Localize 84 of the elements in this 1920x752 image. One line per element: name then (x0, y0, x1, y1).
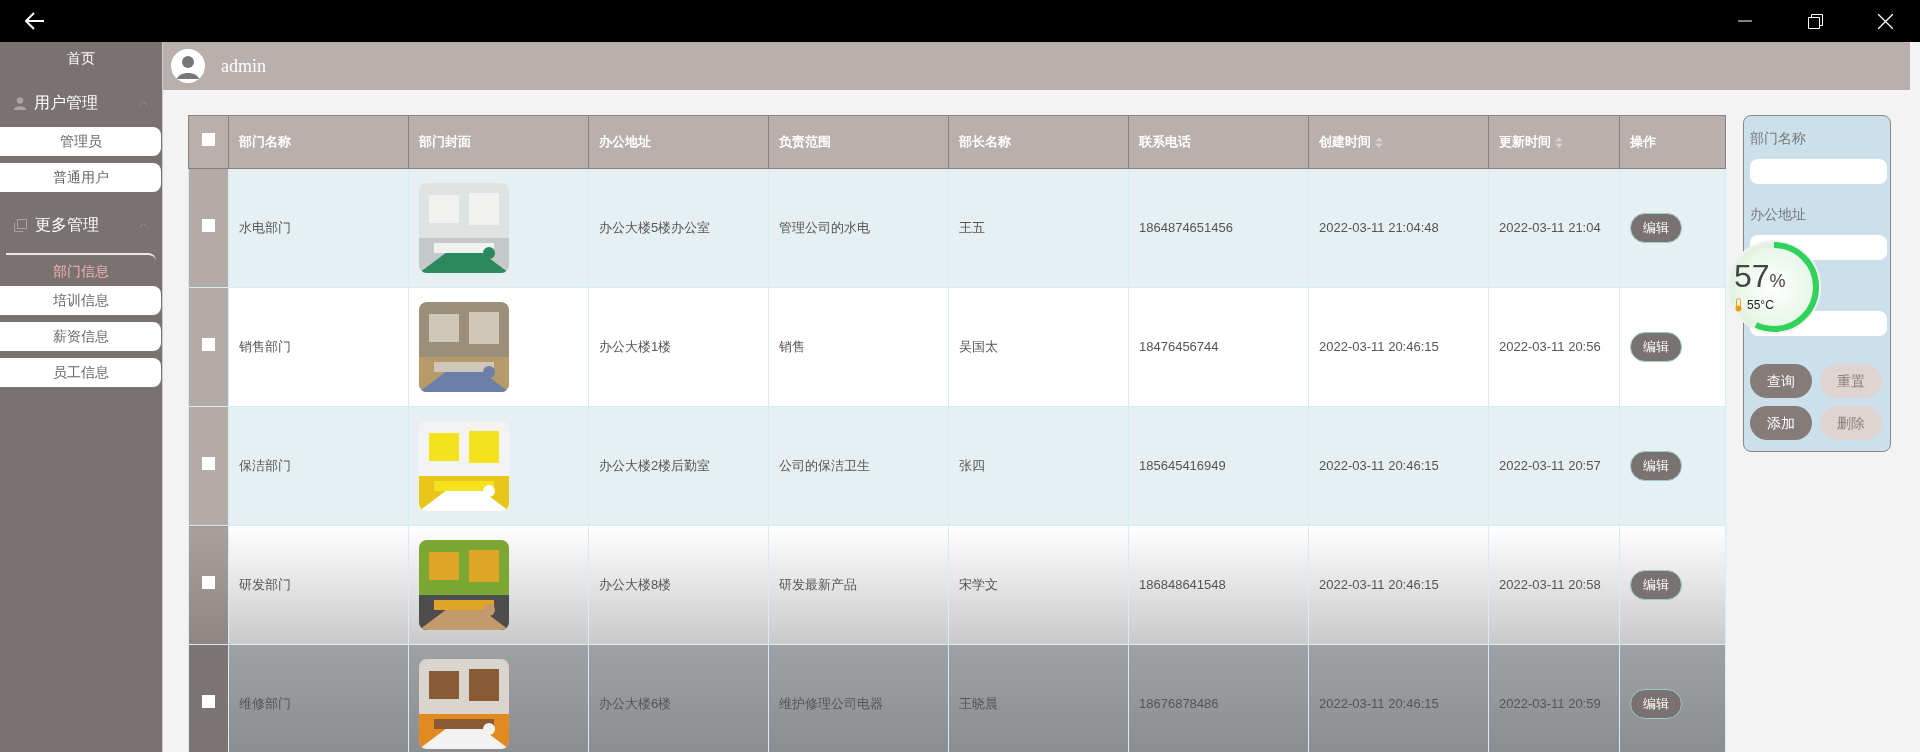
table-cell: 销售部门 (239, 339, 291, 355)
minimize-icon (1738, 20, 1752, 22)
row-checkbox[interactable] (202, 457, 215, 471)
percent-unit: % (1769, 271, 1786, 291)
column-header[interactable]: 部门封面 (419, 134, 471, 150)
column-header[interactable]: 办公地址 (599, 134, 651, 150)
table-cell: 水电部门 (239, 220, 291, 236)
table-cell: 2022-03-11 20:46:15 (1319, 696, 1439, 712)
table-cell: 18676878486 (1139, 696, 1219, 712)
table-cell: 办公大楼6楼 (599, 696, 672, 712)
cpu-percent: 57 (1734, 258, 1770, 294)
avatar-icon (171, 49, 205, 83)
sort-icon[interactable] (1374, 137, 1383, 149)
table-cell: 办公大楼2楼后勤室 (599, 458, 711, 474)
input-field[interactable] (1750, 159, 1887, 184)
table-cell: 1864874651456 (1139, 220, 1233, 236)
filter-button[interactable]: 查询 (1750, 364, 1812, 398)
row-checkbox[interactable] (202, 219, 215, 233)
row-checkbox[interactable] (202, 695, 215, 709)
sidebar-item[interactable]: 管理员 (0, 127, 161, 156)
column-header[interactable]: 操作 (1630, 134, 1656, 150)
edit-button[interactable]: 编辑 (1630, 570, 1682, 600)
chevron-up-icon (139, 100, 148, 106)
column-header[interactable]: 联系电话 (1139, 134, 1191, 150)
thermometer-icon (1734, 298, 1743, 312)
table-cell: 保洁部门 (239, 458, 291, 474)
sidebar-item[interactable]: 培训信息 (0, 286, 161, 315)
back-arrow-icon (25, 12, 45, 30)
sidebar-item[interactable]: 部门信息 (6, 253, 156, 282)
column-header[interactable]: 更新时间 (1499, 134, 1551, 150)
table-cell: 办公大楼5楼办公室 (599, 220, 711, 236)
table-cell: 185645416949 (1139, 458, 1226, 474)
table-cell: 销售 (779, 339, 805, 355)
temperature: 55°C (1747, 297, 1774, 314)
table-cell: 研发部门 (239, 577, 291, 593)
table-cell: 2022-03-11 20:57 (1499, 458, 1601, 474)
edit-button[interactable]: 编辑 (1630, 213, 1682, 243)
sidebar-group[interactable]: 更多管理 (0, 199, 162, 249)
sidebar-item[interactable]: 普通用户 (0, 163, 161, 192)
field-label: 办公地址 (1750, 205, 1807, 224)
table-cell: 2022-03-11 20:46:15 (1319, 458, 1439, 474)
table-cell: 2022-03-11 20:59 (1499, 696, 1601, 712)
sidebar-item[interactable]: 员工信息 (0, 358, 161, 387)
restore-icon (1807, 13, 1823, 29)
column-header[interactable]: 负责范围 (779, 134, 831, 150)
row-checkbox[interactable] (202, 338, 215, 352)
close-icon (1877, 13, 1893, 29)
sort-icon[interactable] (1554, 137, 1563, 149)
table-cell: 186848641548 (1139, 577, 1226, 593)
column-header[interactable]: 部长名称 (959, 134, 1011, 150)
row-checkbox[interactable] (202, 576, 215, 590)
table-cell: 吴国太 (959, 339, 998, 355)
column-header[interactable]: 部门名称 (239, 134, 291, 150)
username: admin (221, 54, 266, 78)
table-cell: 公司的保洁卫生 (779, 458, 870, 474)
table-cell: 2022-03-11 20:46:15 (1319, 577, 1439, 593)
table-cell: 王晓晨 (959, 696, 998, 712)
field-label: 部门名称 (1750, 129, 1807, 148)
table-cell: 研发最新产品 (779, 577, 857, 593)
pages-icon (14, 218, 27, 232)
sidebar-group[interactable]: 用户管理 (0, 77, 162, 127)
edit-button[interactable]: 编辑 (1630, 332, 1682, 362)
table-cell: 管理公司的水电 (779, 220, 870, 236)
person-icon (14, 96, 26, 110)
table-cell: 18476456744 (1139, 339, 1219, 355)
edit-button[interactable]: 编辑 (1630, 689, 1682, 719)
table-cell: 2022-03-11 20:56 (1499, 339, 1601, 355)
table-cell: 办公大楼8楼 (599, 577, 672, 593)
table-cell: 宋学文 (959, 577, 998, 593)
table-cell: 2022-03-11 21:04:48 (1319, 220, 1439, 236)
sidebar-item[interactable]: 薪资信息 (0, 322, 161, 351)
column-header[interactable]: 创建时间 (1319, 134, 1371, 150)
table-cell: 办公大楼1楼 (599, 339, 672, 355)
chevron-up-icon (139, 222, 148, 228)
table-cell: 维护修理公司电器 (779, 696, 883, 712)
sidebar-link[interactable]: 首页 (0, 42, 162, 77)
table-cell: 王五 (959, 220, 985, 236)
table-cell: 2022-03-11 20:58 (1499, 577, 1601, 593)
filter-button[interactable]: 添加 (1750, 406, 1812, 440)
select-all-checkbox[interactable] (202, 133, 215, 147)
table-cell: 2022-03-11 21:04 (1499, 220, 1601, 236)
edit-button[interactable]: 编辑 (1630, 451, 1682, 481)
table-cell: 张四 (959, 458, 985, 474)
table-cell: 2022-03-11 20:46:15 (1319, 339, 1439, 355)
